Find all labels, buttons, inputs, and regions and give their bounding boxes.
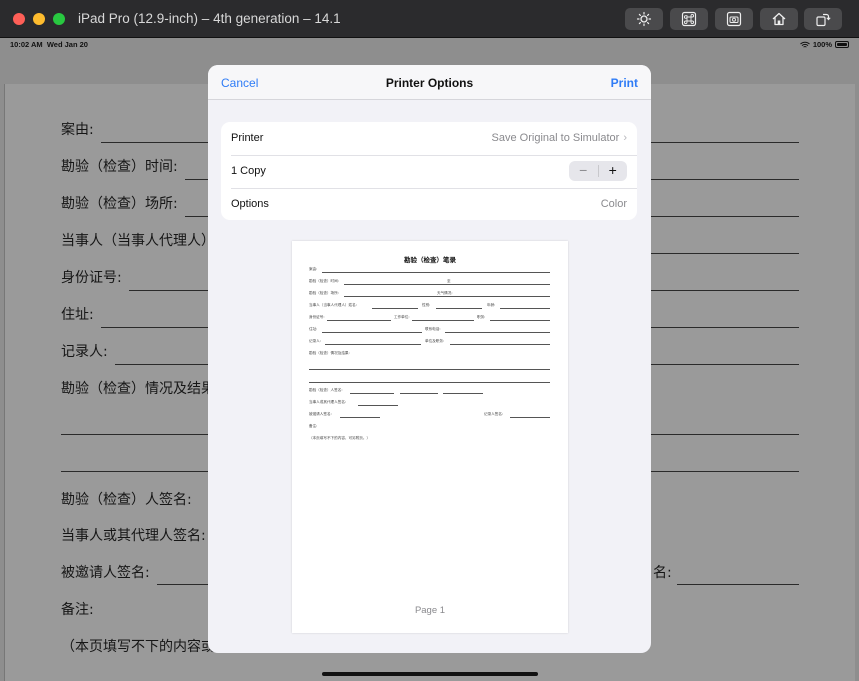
preview-inline-label: 年龄: [487, 303, 496, 307]
doc-row: 当事人或其代理人签名: [61, 528, 206, 544]
preview-row: 案由: [309, 267, 318, 271]
preview-row: 备注: [309, 424, 318, 428]
screenshot-icon [726, 11, 742, 27]
status-date: Wed Jan 20 [46, 40, 88, 49]
status-bar: 10:02 AM Wed Jan 20 100% [0, 38, 859, 52]
doc-row: 勘验（检查）场所: [61, 196, 178, 212]
rotate-button[interactable] [804, 8, 842, 30]
preview-row: 勘验（检查）时间: [309, 279, 339, 283]
options-row[interactable]: Options Color [221, 188, 637, 220]
window-title: iPad Pro (12.9-inch) – 4th generation – … [78, 11, 341, 26]
rotate-icon [816, 13, 831, 27]
preview-row: 当事人或其代理人签名: [309, 400, 347, 404]
home-indicator[interactable] [322, 672, 538, 676]
doc-row: 身份证号: [61, 270, 122, 286]
brightness-icon [636, 11, 652, 27]
preview-title: 勘验（检查）笔录 [404, 256, 456, 264]
cancel-button[interactable]: Cancel [221, 76, 258, 90]
doc-row: 备注: [61, 602, 94, 618]
doc-row: 勘验（检查）情况及结果 [61, 381, 215, 397]
sheet-title: Printer Options [385, 76, 474, 90]
doc-row: 案由: [61, 122, 94, 138]
preview-inline-label: 联系电话: [425, 327, 441, 331]
copies-stepper[interactable]: − + [569, 161, 627, 181]
doc-row: 当事人（当事人代理人） [61, 233, 215, 249]
copies-row: 1 Copy − + [221, 155, 637, 187]
preview-row: 身份证号: [309, 315, 325, 319]
preview-inline-label: 性别: [422, 303, 431, 307]
battery-percent: 100% [812, 40, 832, 49]
doc-row: 住址: [61, 307, 94, 323]
doc-row: （本页填写不下的内容或 [61, 639, 215, 655]
brightness-button[interactable] [625, 8, 663, 30]
page-preview[interactable]: 勘验（检查）笔录 案由: 勘验（检查）时间: 至 勘验（检查）场所: 天气情况:… [292, 241, 568, 633]
doc-row: 被邀请人签名: [61, 565, 150, 581]
sheet-header: Printer Options Cancel Print [208, 65, 651, 100]
decrement-button[interactable]: − [569, 161, 598, 181]
printer-settings-group: Printer Save Original to Simulator › 1 Co… [221, 122, 637, 220]
ipad-screen: 10:02 AM Wed Jan 20 100% 案由: 勘验（检查）时间: 勘… [0, 38, 859, 681]
doc-row: 勘验（检查）人签名: [61, 492, 192, 508]
preview-row: （本页填写不下的内容，可另附页。） [309, 436, 371, 440]
preview-inline-label: 单位及职务: [425, 339, 445, 343]
preview-row: 住址: [309, 327, 318, 331]
wifi-icon [799, 41, 810, 48]
copies-label: 1 Copy [231, 165, 266, 177]
command-button[interactable] [670, 8, 708, 30]
increment-button[interactable]: + [599, 161, 628, 181]
print-button[interactable]: Print [611, 76, 638, 90]
preview-inline-label: 职务: [477, 315, 486, 319]
preview-row: 当事人（当事人代理人）姓名: [309, 303, 357, 307]
home-icon [772, 12, 786, 26]
screenshot-button[interactable] [715, 8, 753, 30]
preview-row: 勘验（检查）情况及结果: [309, 351, 350, 355]
battery-icon [835, 41, 849, 48]
printer-options-sheet: Printer Options Cancel Print Printer Sav… [208, 65, 651, 653]
preview-inline-label: 工作单位: [394, 315, 410, 319]
preview-row: 勘验（检查）场所: [309, 291, 339, 295]
close-window-button[interactable] [13, 13, 25, 25]
zoom-window-button[interactable] [53, 13, 65, 25]
status-time: 10:02 AM [10, 40, 43, 49]
printer-label: Printer [231, 132, 264, 144]
options-value: Color [600, 198, 627, 210]
home-button[interactable] [760, 8, 798, 30]
preview-inline-label: 天气情况: [437, 291, 453, 295]
command-icon [681, 11, 697, 27]
preview-row: 被邀请人签名: [309, 412, 332, 416]
preview-inline-label: 记录人签名: [484, 412, 504, 416]
page-number-label: Page 1 [414, 605, 446, 616]
printer-value: Save Original to Simulator [491, 132, 620, 144]
preview-row: 勘验（检查）人签名: [309, 388, 343, 392]
chevron-right-icon: › [623, 132, 627, 144]
minimize-window-button[interactable] [33, 13, 45, 25]
doc-row: 记录人: [61, 344, 108, 360]
doc-row: 名: [653, 565, 672, 581]
printer-row[interactable]: Printer Save Original to Simulator › [221, 122, 637, 154]
simulator-title-bar: iPad Pro (12.9-inch) – 4th generation – … [0, 0, 859, 38]
doc-row: 勘验（检查）时间: [61, 159, 178, 175]
preview-row: 记录人: [309, 339, 321, 343]
options-label: Options [231, 198, 269, 210]
preview-inline-label: 至 [447, 279, 451, 283]
